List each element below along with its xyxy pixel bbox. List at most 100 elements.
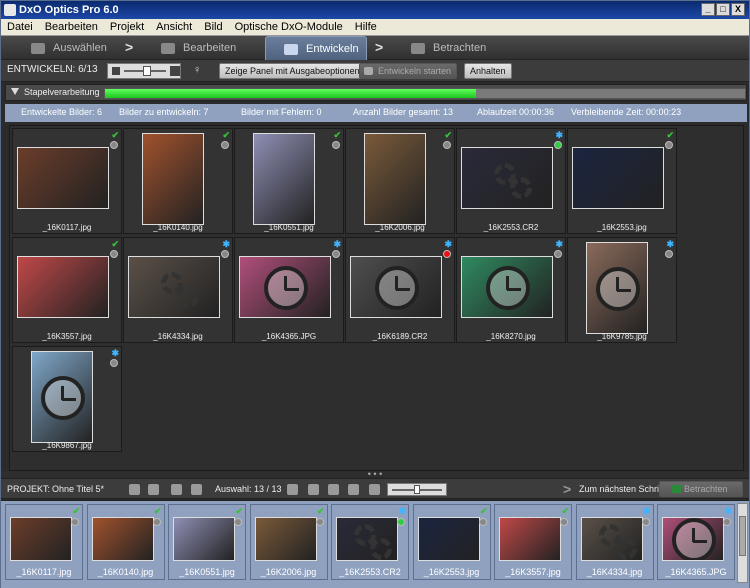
start-develop-button[interactable]: Entwickeln starten	[359, 63, 458, 79]
step-label: Bearbeiten	[183, 42, 237, 54]
filmstrip-tile[interactable]: ✔ _16K0117.jpg	[5, 504, 83, 580]
step-entwickeln[interactable]: Entwickeln	[265, 36, 367, 60]
status-dot	[110, 359, 118, 367]
rotate-left-icon[interactable]	[308, 484, 319, 495]
image-tile[interactable]: ✱ _16K8270.jpg	[456, 237, 566, 343]
image-tile[interactable]: ✱ _16K2553.CR2	[456, 128, 566, 234]
thumbnail-image	[350, 256, 442, 318]
menu-ansicht[interactable]: Ansicht	[150, 19, 198, 35]
batch-label: Stapelverarbeitung	[24, 87, 100, 97]
pin-icon[interactable]	[191, 484, 202, 495]
filmstrip-tile[interactable]: ✔ _16K0551.jpg	[168, 504, 246, 580]
thumbnail-image	[17, 256, 109, 318]
window-title: DxO Optics Pro 6.0	[19, 4, 119, 16]
menu-projekt[interactable]: Projekt	[104, 19, 150, 35]
star-icon: ✱	[111, 348, 119, 358]
thumbnail-image	[239, 256, 331, 318]
gear-icon	[510, 177, 532, 199]
view-icon	[672, 485, 681, 493]
gear-icon	[177, 286, 199, 308]
image-tile[interactable]: ✱ _16K9785.jpg	[567, 237, 677, 343]
stat-total: Anzahl Bilder gesamt: 13	[353, 107, 454, 117]
file-name: _16K4334.jpg	[586, 567, 643, 577]
project-tool-icon[interactable]	[148, 484, 159, 495]
slider-handle[interactable]	[143, 66, 151, 76]
status-dot	[641, 518, 650, 526]
scrollbar-thumb[interactable]	[739, 516, 746, 556]
batch-progress-bar	[104, 88, 746, 99]
filmstrip-tile[interactable]: ✔ _16K2553.jpg	[412, 504, 491, 580]
step-bearbeiten[interactable]: Bearbeiten	[161, 36, 261, 60]
rotate-right-icon[interactable]	[328, 484, 339, 495]
menu-hilfe[interactable]: Hilfe	[349, 19, 383, 35]
error-dot	[443, 250, 451, 258]
slider-handle[interactable]	[414, 485, 420, 494]
filmstrip-tile[interactable]: ✱ _16K4365.JPG	[657, 504, 735, 580]
star-icon: ✱	[333, 239, 341, 249]
stop-button[interactable]: Anhalten	[464, 63, 512, 79]
status-dot	[332, 250, 340, 258]
filmstrip-tile[interactable]: ✱ _16K4334.jpg	[575, 504, 654, 580]
menu-bearbeiten[interactable]: Bearbeiten	[39, 19, 104, 35]
panel-splitter[interactable]: • • •	[1, 470, 749, 479]
menu-bild[interactable]: Bild	[198, 19, 228, 35]
batch-processing-bar: Stapelverarbeitung	[5, 84, 747, 101]
image-tile[interactable]: ✔ _16K3557.jpg	[12, 237, 122, 343]
menu-datei[interactable]: Datei	[1, 19, 39, 35]
star-icon: ✱	[555, 239, 563, 249]
close-button[interactable]: X	[731, 3, 745, 16]
large-thumb-icon	[170, 66, 180, 76]
filmstrip-scrollbar[interactable]	[737, 503, 748, 583]
image-tile[interactable]: ✔ _16K2006.jpg	[345, 128, 455, 234]
status-dot	[152, 518, 161, 526]
maximize-button[interactable]: □	[716, 3, 730, 16]
file-name: _16K2553.CR2	[483, 223, 539, 232]
pin-icon[interactable]: ♀	[193, 64, 201, 76]
file-name: _16K0551.jpg	[264, 223, 314, 232]
thumbnail-image	[142, 133, 204, 225]
project-tool-icon[interactable]	[171, 484, 182, 495]
image-tile[interactable]: ✔ _16K2553.jpg	[567, 128, 677, 234]
image-tile[interactable]: ✱ _16K4334.jpg	[123, 237, 233, 343]
thumbnail-image	[128, 256, 220, 318]
project-tool-icon[interactable]	[129, 484, 140, 495]
check-icon: ✔	[666, 130, 674, 140]
image-tile[interactable]: ✱ _16K9867.jpg	[12, 346, 122, 452]
file-name: _16K4365.JPG	[261, 332, 317, 341]
star-icon: ✱	[642, 506, 651, 516]
status-dot	[665, 141, 673, 149]
project-name: Ohne Titel 5*	[52, 484, 105, 494]
check-icon: ✔	[153, 506, 162, 516]
filmstrip-tile[interactable]: ✔ _16K2006.jpg	[249, 504, 328, 580]
image-tile[interactable]: ✔ _16K0140.jpg	[123, 128, 233, 234]
show-output-panel-button[interactable]: Zeige Panel mit Ausgabeoptionen	[219, 63, 366, 79]
menu-optische-module[interactable]: Optische DxO-Module	[229, 19, 349, 35]
trash-icon[interactable]	[369, 484, 380, 495]
image-tile[interactable]: ✔ _16K0551.jpg	[234, 128, 344, 234]
status-dot	[234, 518, 242, 526]
thumbnail-image	[662, 517, 724, 561]
filmstrip-tile[interactable]: ✔ _16K3557.jpg	[494, 504, 572, 580]
file-name: _16K9867.jpg	[42, 441, 92, 450]
collapse-triangle-icon[interactable]	[11, 88, 19, 95]
file-name: _16K2553.jpg	[423, 567, 480, 577]
next-step-link[interactable]: Zum nächsten Schritt	[579, 484, 664, 494]
filter-icon[interactable]	[287, 484, 298, 495]
filmstrip-tile[interactable]: ✱ _16K2553.CR2	[331, 504, 409, 580]
step-auswaehlen[interactable]: Auswählen	[31, 36, 121, 60]
filmstrip-size-slider[interactable]	[387, 483, 447, 496]
minimize-button[interactable]: _	[701, 3, 715, 16]
check-icon: ✔	[235, 506, 243, 516]
step-betrachten[interactable]: Betrachten	[411, 36, 511, 60]
develop-toolbar: ENTWICKELN: 6/13 ♀ Zeige Panel mit Ausga…	[1, 60, 749, 82]
clock-icon	[596, 267, 640, 311]
filmstrip-tile[interactable]: ✔ _16K0140.jpg	[86, 504, 165, 580]
image-tile[interactable]: ✔ _16K0117.jpg	[12, 128, 122, 234]
view-button[interactable]: Betrachten	[659, 481, 743, 497]
compare-icon[interactable]	[348, 484, 359, 495]
file-name: _16K0117.jpg	[16, 567, 72, 577]
stat-elapsed: Ablaufzeit 00:00:36	[477, 107, 555, 117]
thumbnail-size-slider[interactable]	[107, 63, 181, 79]
image-tile[interactable]: ✱ _16K4365.JPG	[234, 237, 344, 343]
image-tile[interactable]: ✱ _16K6189.CR2	[345, 237, 455, 343]
